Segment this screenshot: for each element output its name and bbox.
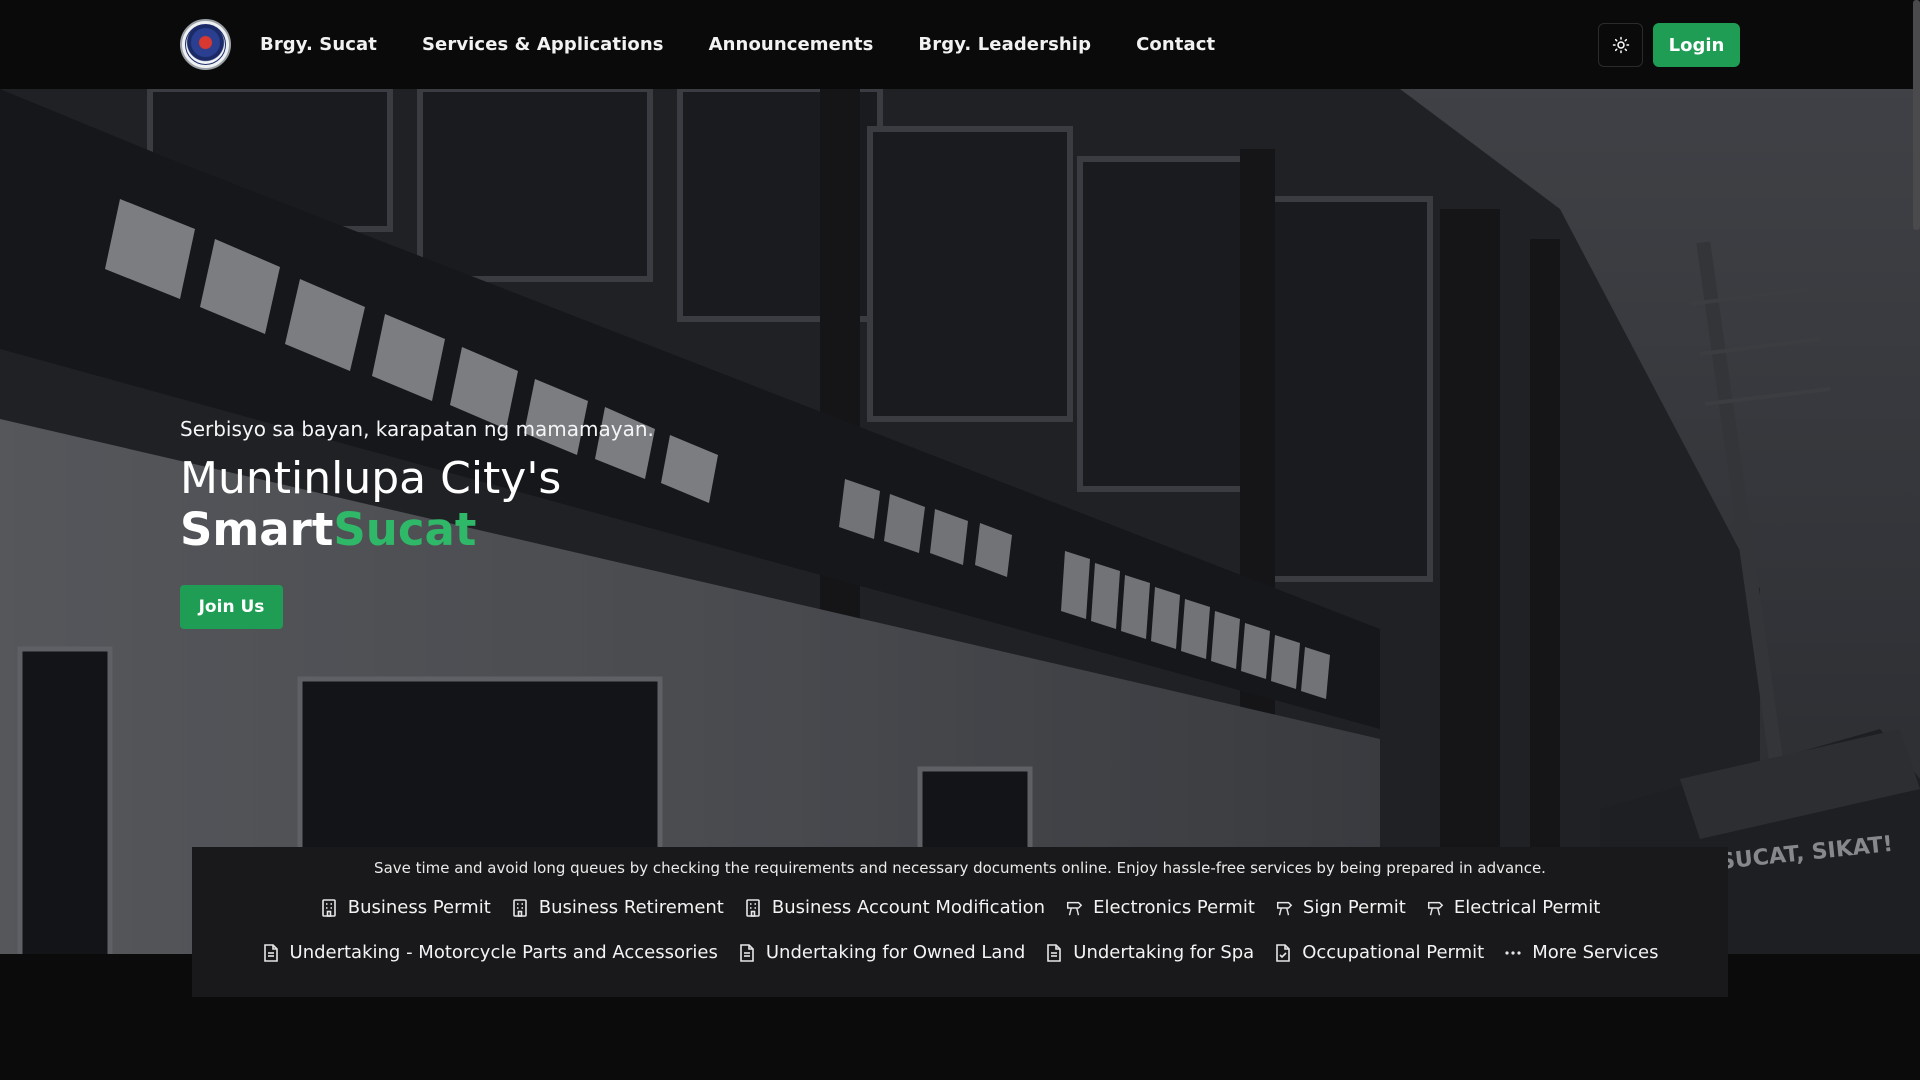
service-undertaking-owned-land[interactable]: Undertaking for Owned Land — [738, 942, 1025, 963]
theme-toggle-button[interactable] — [1598, 23, 1643, 67]
services-panel: Save time and avoid long queues by check… — [192, 847, 1728, 997]
service-undertaking-spa[interactable]: Undertaking for Spa — [1045, 942, 1254, 963]
hero-section: SUCAT, SIKAT! Serbisyo sa bayan, karapat… — [0, 89, 1920, 954]
document-icon — [262, 943, 280, 963]
service-electronics-permit[interactable]: Electronics Permit — [1065, 897, 1255, 918]
services-row-1: Business Permit Business Retirement Busi… — [192, 897, 1728, 918]
building-icon — [744, 898, 762, 918]
signpost-icon — [1065, 898, 1083, 918]
join-us-button[interactable]: Join Us — [180, 585, 283, 629]
building-icon — [320, 898, 338, 918]
service-sign-permit[interactable]: Sign Permit — [1275, 897, 1406, 918]
main-nav: Brgy. Sucat Services & Applications Anno… — [260, 0, 1260, 89]
hero-brand: SmartSucat — [180, 504, 476, 556]
service-undertaking-motorcycle[interactable]: Undertaking - Motorcycle Parts and Acces… — [262, 942, 718, 963]
nav-link-leadership[interactable]: Brgy. Leadership — [918, 34, 1091, 55]
services-note: Save time and avoid long queues by check… — [374, 859, 1546, 877]
nav-link-services[interactable]: Services & Applications — [422, 34, 664, 55]
service-occupational-permit[interactable]: Occupational Permit — [1274, 942, 1484, 963]
service-label: Business Account Modification — [771, 897, 1046, 918]
signpost-icon — [1426, 898, 1444, 918]
login-button[interactable]: Login — [1653, 23, 1740, 67]
service-electrical-permit[interactable]: Electrical Permit — [1426, 897, 1600, 918]
sun-icon — [1612, 36, 1629, 54]
document-icon — [738, 943, 756, 963]
service-label: Business Retirement — [538, 897, 724, 918]
services-row-2: Undertaking - Motorcycle Parts and Acces… — [192, 942, 1728, 963]
brand-smart: Smart — [180, 503, 334, 556]
document-icon — [1045, 943, 1063, 963]
hero-title: Muntinlupa City's — [180, 453, 562, 504]
service-label: Electronics Permit — [1093, 897, 1255, 918]
service-business-account-modification[interactable]: Business Account Modification — [744, 897, 1045, 918]
service-label: Electrical Permit — [1453, 897, 1601, 918]
nav-link-contact[interactable]: Contact — [1136, 34, 1215, 55]
building-icon — [511, 898, 529, 918]
top-navbar: Brgy. Sucat Services & Applications Anno… — [0, 0, 1920, 89]
service-more-services[interactable]: More Services — [1504, 942, 1658, 963]
barangay-logo[interactable] — [180, 19, 231, 70]
page-scrollbar[interactable] — [1913, 0, 1920, 230]
signpost-icon — [1275, 898, 1293, 918]
seal-icon — [185, 24, 226, 65]
service-business-retirement[interactable]: Business Retirement — [511, 897, 724, 918]
service-label: Business Permit — [347, 897, 491, 918]
service-label: Sign Permit — [1302, 897, 1406, 918]
nav-link-brgy-sucat[interactable]: Brgy. Sucat — [260, 34, 377, 55]
service-label: Occupational Permit — [1302, 942, 1485, 963]
service-business-permit[interactable]: Business Permit — [320, 897, 491, 918]
hero-tagline: Serbisyo sa bayan, karapatan ng mamamaya… — [180, 417, 654, 441]
service-label: Undertaking for Owned Land — [765, 942, 1026, 963]
ellipsis-icon — [1504, 943, 1522, 963]
service-label: Undertaking - Motorcycle Parts and Acces… — [289, 942, 718, 963]
service-label: Undertaking for Spa — [1073, 942, 1255, 963]
service-label: More Services — [1532, 942, 1659, 963]
brand-sucat: Sucat — [333, 503, 477, 556]
nav-link-announcements[interactable]: Announcements — [709, 34, 874, 55]
document-check-icon — [1274, 943, 1292, 963]
